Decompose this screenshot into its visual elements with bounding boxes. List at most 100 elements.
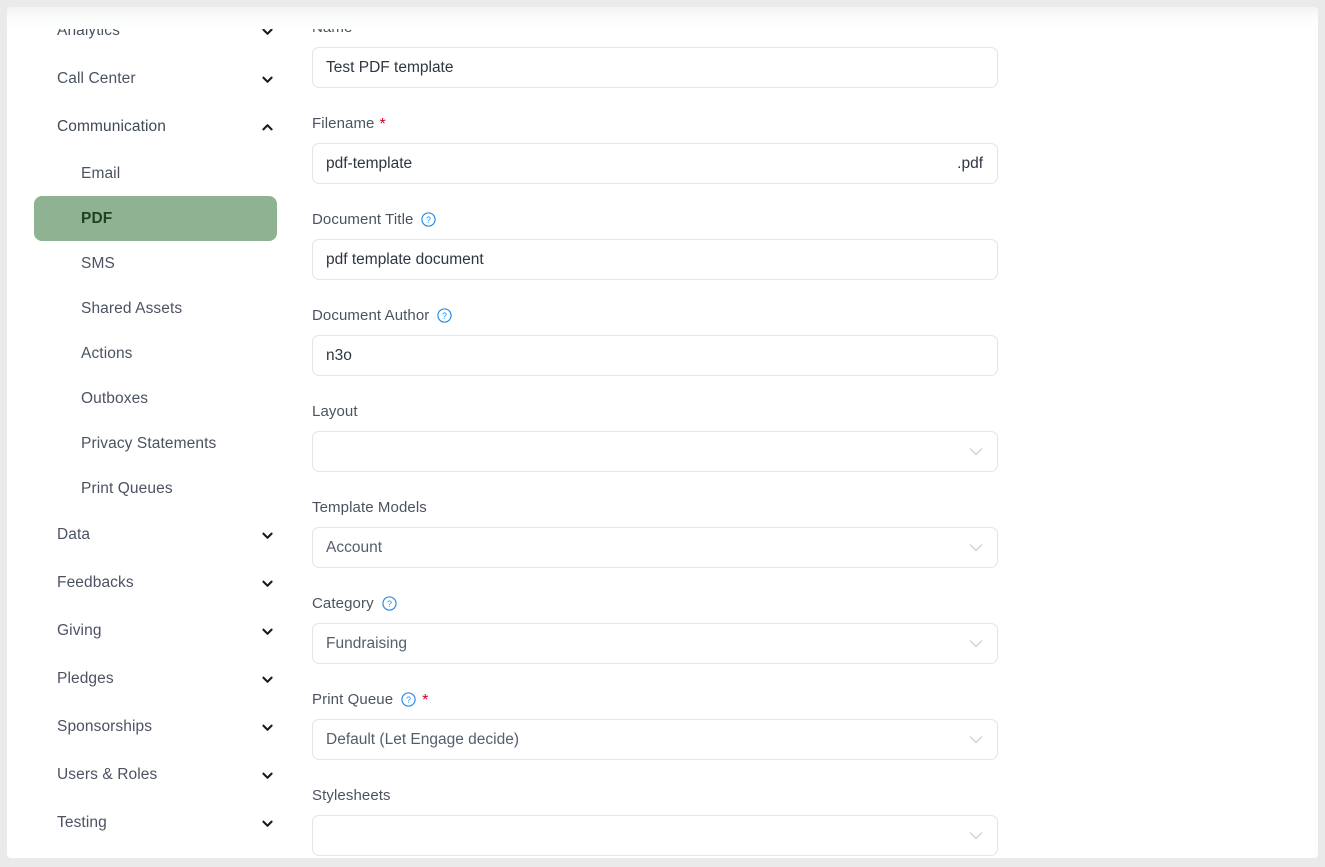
sidebar-item-pdf[interactable]: PDF: [34, 196, 277, 241]
layout-select[interactable]: [312, 431, 998, 472]
chevron-down-icon[interactable]: [261, 817, 274, 830]
label-text: Category: [312, 594, 374, 612]
sidebar-item-email[interactable]: Email: [34, 151, 277, 196]
sidebar-item-shared-assets[interactable]: Shared Assets: [34, 286, 277, 331]
sidebar-item-label: Pledges: [57, 670, 114, 687]
field-label-filename: Filename *: [312, 113, 1318, 133]
sidebar-subitem-shared-assets-wrap: Shared Assets: [7, 286, 304, 331]
field-document-author: Document Author ? n3o: [312, 305, 1318, 376]
sidebar-item-testing[interactable]: Testing: [7, 799, 304, 847]
field-label-stylesheets: Stylesheets: [312, 785, 1318, 805]
required-marker: *: [357, 20, 364, 37]
field-print-queue: Print Queue ? * Default (Let Engage deci…: [312, 689, 1318, 760]
sidebar-item-label: Outboxes: [81, 389, 149, 407]
field-label-layout: Layout: [312, 401, 1318, 421]
sidebar-item-label: Email: [81, 164, 121, 182]
label-text: Name: [312, 18, 353, 36]
filename-extension-suffix: .pdf: [957, 154, 983, 172]
sidebar-subitem-outboxes-wrap: Outboxes: [7, 376, 304, 421]
field-template-models: Template Models Account: [312, 497, 1318, 568]
sidebar-item-data[interactable]: Data: [7, 511, 304, 559]
chevron-down-icon[interactable]: [261, 529, 274, 542]
category-select-value: Fundraising: [326, 634, 407, 652]
help-circle-icon[interactable]: ?: [382, 595, 397, 611]
required-marker: *: [422, 692, 429, 709]
sidebar-item-outboxes[interactable]: Outboxes: [34, 376, 277, 421]
field-filename: Filename * pdf-template .pdf: [312, 113, 1318, 184]
sidebar-item-label: Privacy Statements: [81, 434, 217, 452]
sidebar-item-print-queues[interactable]: Print Queues: [34, 466, 277, 511]
sidebar-item-label: Communication: [57, 118, 166, 135]
document-author-input[interactable]: n3o: [312, 335, 998, 376]
sidebar-item-analytics[interactable]: Analytics: [7, 7, 304, 55]
name-input[interactable]: Test PDF template: [312, 47, 998, 88]
sidebar-subitem-pdf-wrap: PDF: [7, 196, 304, 241]
field-document-title: Document Title ? pdf template document: [312, 209, 1318, 280]
sidebar-item-sms[interactable]: SMS: [34, 241, 277, 286]
sidebar-item-call-center[interactable]: Call Center: [7, 55, 304, 103]
pdf-template-form: Name * Test PDF template Filename * pdf-…: [304, 7, 1318, 858]
document-author-input-value: n3o: [326, 346, 352, 364]
template-models-select[interactable]: Account: [312, 527, 998, 568]
chevron-down-icon[interactable]: [969, 543, 983, 553]
sidebar-item-label: Data: [57, 526, 91, 543]
field-label-print-queue: Print Queue ? *: [312, 689, 1318, 709]
sidebar-item-label: SMS: [81, 254, 115, 272]
filename-input-value: pdf-template: [326, 154, 413, 172]
sidebar-item-label: Sponsorships: [57, 718, 153, 735]
sidebar-item-label: Actions: [81, 344, 133, 362]
sidebar-item-label: Feedbacks: [57, 574, 134, 591]
sidebar-item-pledges[interactable]: Pledges: [7, 655, 304, 703]
sidebar-item-communication[interactable]: Communication: [7, 103, 304, 151]
sidebar-item-label: Analytics: [57, 22, 120, 39]
category-select[interactable]: Fundraising: [312, 623, 998, 664]
label-text: Document Title: [312, 210, 414, 228]
chevron-down-icon[interactable]: [261, 73, 274, 86]
svg-text:?: ?: [442, 310, 447, 320]
print-queue-select[interactable]: Default (Let Engage decide): [312, 719, 998, 760]
stylesheets-select[interactable]: [312, 815, 998, 856]
sidebar-navigation: Analytics Call Center Communication Emai…: [7, 7, 304, 858]
field-name: Name * Test PDF template: [312, 17, 1318, 88]
required-marker: *: [379, 116, 386, 133]
sidebar-item-label: Call Center: [57, 70, 136, 87]
sidebar-item-label: Giving: [57, 622, 102, 639]
field-label-template-models: Template Models: [312, 497, 1318, 517]
filename-input[interactable]: pdf-template .pdf: [312, 143, 998, 184]
chevron-down-icon[interactable]: [969, 735, 983, 745]
field-label-document-title: Document Title ?: [312, 209, 1318, 229]
chevron-down-icon[interactable]: [969, 831, 983, 841]
label-text: Stylesheets: [312, 786, 391, 804]
field-category: Category ? Fundraising: [312, 593, 1318, 664]
help-circle-icon[interactable]: ?: [421, 211, 437, 227]
chevron-down-icon[interactable]: [969, 447, 983, 457]
help-circle-icon[interactable]: ?: [401, 691, 416, 707]
label-text: Filename: [312, 114, 375, 132]
template-models-select-value: Account: [326, 538, 383, 556]
sidebar-subitem-print-queues-wrap: Print Queues: [7, 466, 304, 511]
sidebar-item-users-roles[interactable]: Users & Roles: [7, 751, 304, 799]
label-text: Layout: [312, 402, 358, 420]
sidebar-subitem-actions-wrap: Actions: [7, 331, 304, 376]
sidebar-item-giving[interactable]: Giving: [7, 607, 304, 655]
sidebar-item-sponsorships[interactable]: Sponsorships: [7, 703, 304, 751]
field-stylesheets: Stylesheets: [312, 785, 1318, 856]
chevron-down-icon[interactable]: [261, 673, 274, 686]
document-title-input[interactable]: pdf template document: [312, 239, 998, 280]
chevron-down-icon[interactable]: [261, 769, 274, 782]
sidebar-item-label: Testing: [57, 814, 107, 831]
chevron-down-icon[interactable]: [969, 639, 983, 649]
chevron-down-icon[interactable]: [261, 25, 274, 38]
sidebar-item-privacy-statements[interactable]: Privacy Statements: [34, 421, 277, 466]
sidebar-subitem-sms-wrap: SMS: [7, 241, 304, 286]
sidebar-subitem-privacy-statements-wrap: Privacy Statements: [7, 421, 304, 466]
chevron-up-icon[interactable]: [261, 121, 274, 134]
chevron-down-icon[interactable]: [261, 577, 274, 590]
chevron-down-icon[interactable]: [261, 721, 274, 734]
help-circle-icon[interactable]: ?: [437, 307, 453, 323]
chevron-down-icon[interactable]: [261, 625, 274, 638]
sidebar-item-label: Shared Assets: [81, 299, 183, 317]
svg-text:?: ?: [406, 694, 411, 704]
sidebar-item-actions[interactable]: Actions: [34, 331, 277, 376]
sidebar-item-feedbacks[interactable]: Feedbacks: [7, 559, 304, 607]
